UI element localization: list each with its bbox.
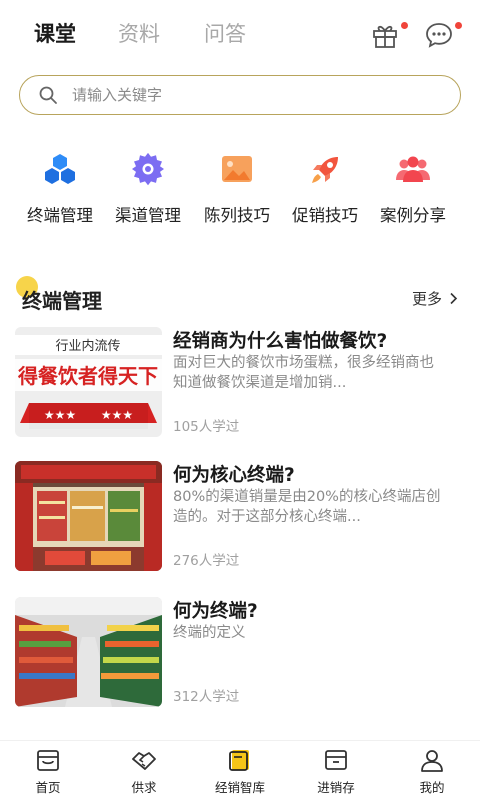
thumb-stars-left: ★★★ (44, 408, 76, 422)
article-thumbnail (15, 461, 162, 571)
nav-label: 进销存 (317, 780, 355, 795)
thumb-text-line2: 得餐饮者得天下 (17, 364, 158, 388)
nav-mine[interactable]: 我的 (392, 747, 472, 796)
book-icon (229, 750, 249, 771)
chat-bubble-icon[interactable] (424, 20, 454, 50)
article-thumbnail: 行业内流传 得餐饮者得天下 ★★★ ★★★ (15, 327, 162, 437)
handshake-icon (132, 752, 156, 770)
picture-icon (222, 156, 252, 182)
nav-home[interactable]: 首页 (8, 747, 88, 796)
article-learner-count: 312人学过 (173, 689, 240, 705)
store-icon (37, 750, 59, 771)
category-terminal-management[interactable]: 终端管理 (12, 152, 108, 226)
gear-icon (132, 152, 164, 186)
gift-badge-dot (401, 22, 408, 29)
category-display-skills[interactable]: 陈列技巧 (189, 152, 285, 226)
bottom-navigation: 首页 供求 经销智库 进销存 我的 (0, 740, 480, 800)
tab-qa-label: 问答 (204, 22, 246, 46)
category-channel-management[interactable]: 渠道管理 (100, 152, 196, 226)
nav-supply-demand[interactable]: 供求 (104, 747, 184, 796)
article-description: 80%的渠道销量是由20%的核心终端店创造的。对于这部分核心终端... (173, 489, 441, 525)
nav-inventory[interactable]: 进销存 (296, 747, 376, 796)
top-bar: 课堂 资料 问答 (0, 0, 480, 70)
category-case-sharing[interactable]: 案例分享 (365, 152, 461, 226)
people-icon (396, 156, 430, 182)
thumb-stars-right: ★★★ (101, 408, 133, 422)
article-item[interactable]: 何为核心终端? 80%的渠道销量是由20%的核心终端店创造的。对于这部分核心终端… (0, 461, 480, 576)
tab-materials-label: 资料 (118, 22, 160, 46)
category-label: 陈列技巧 (204, 206, 270, 225)
tab-materials[interactable]: 资料 (118, 18, 160, 48)
nav-dealer-think-tank[interactable]: 经销智库 (200, 747, 280, 796)
search-bar[interactable] (19, 75, 461, 115)
article-thumbnail (15, 597, 162, 707)
tab-classroom[interactable]: 课堂 (34, 18, 76, 48)
more-label: 更多 (412, 290, 443, 308)
search-input[interactable] (72, 76, 442, 113)
article-title: 何为核心终端? (173, 465, 295, 486)
tab-classroom-label: 课堂 (34, 22, 76, 46)
article-item[interactable]: 行业内流传 得餐饮者得天下 ★★★ ★★★ 经销商为什么害怕做餐饮? 面对巨大的… (0, 327, 480, 442)
rocket-icon (312, 157, 338, 183)
article-description: 终端的定义 (173, 625, 246, 641)
article-title: 经销商为什么害怕做餐饮? (173, 331, 388, 352)
tab-qa[interactable]: 问答 (204, 18, 246, 48)
nav-label: 供求 (131, 780, 157, 795)
category-label: 渠道管理 (115, 206, 181, 225)
article-learner-count: 105人学过 (173, 419, 240, 435)
nav-label: 我的 (419, 780, 445, 795)
article-learner-count: 276人学过 (173, 553, 240, 569)
category-label: 案例分享 (380, 206, 446, 225)
category-label: 终端管理 (27, 206, 93, 225)
article-item[interactable]: 何为终端? 终端的定义 312人学过 (0, 597, 480, 712)
category-label: 促销技巧 (292, 206, 358, 225)
user-icon (421, 750, 443, 772)
nav-label: 首页 (35, 780, 61, 795)
article-description: 面对巨大的餐饮市场蛋糕，很多经销商也知道做餐饮渠道是增加销... (173, 355, 434, 391)
chevron-right-icon (450, 292, 457, 305)
section-title: 终端管理 (22, 289, 102, 313)
more-link[interactable]: 更多 (412, 288, 458, 309)
thumb-text-line1: 行业内流传 (55, 338, 120, 354)
gift-icon[interactable] (370, 20, 400, 50)
category-promotion-skills[interactable]: 促销技巧 (277, 152, 373, 226)
nav-label: 经销智库 (214, 780, 265, 795)
message-badge-dot (455, 22, 462, 29)
article-title: 何为终端? (173, 601, 258, 622)
inventory-box-icon (325, 750, 347, 770)
hexagon-cluster-icon (45, 154, 75, 184)
search-icon (39, 86, 57, 104)
